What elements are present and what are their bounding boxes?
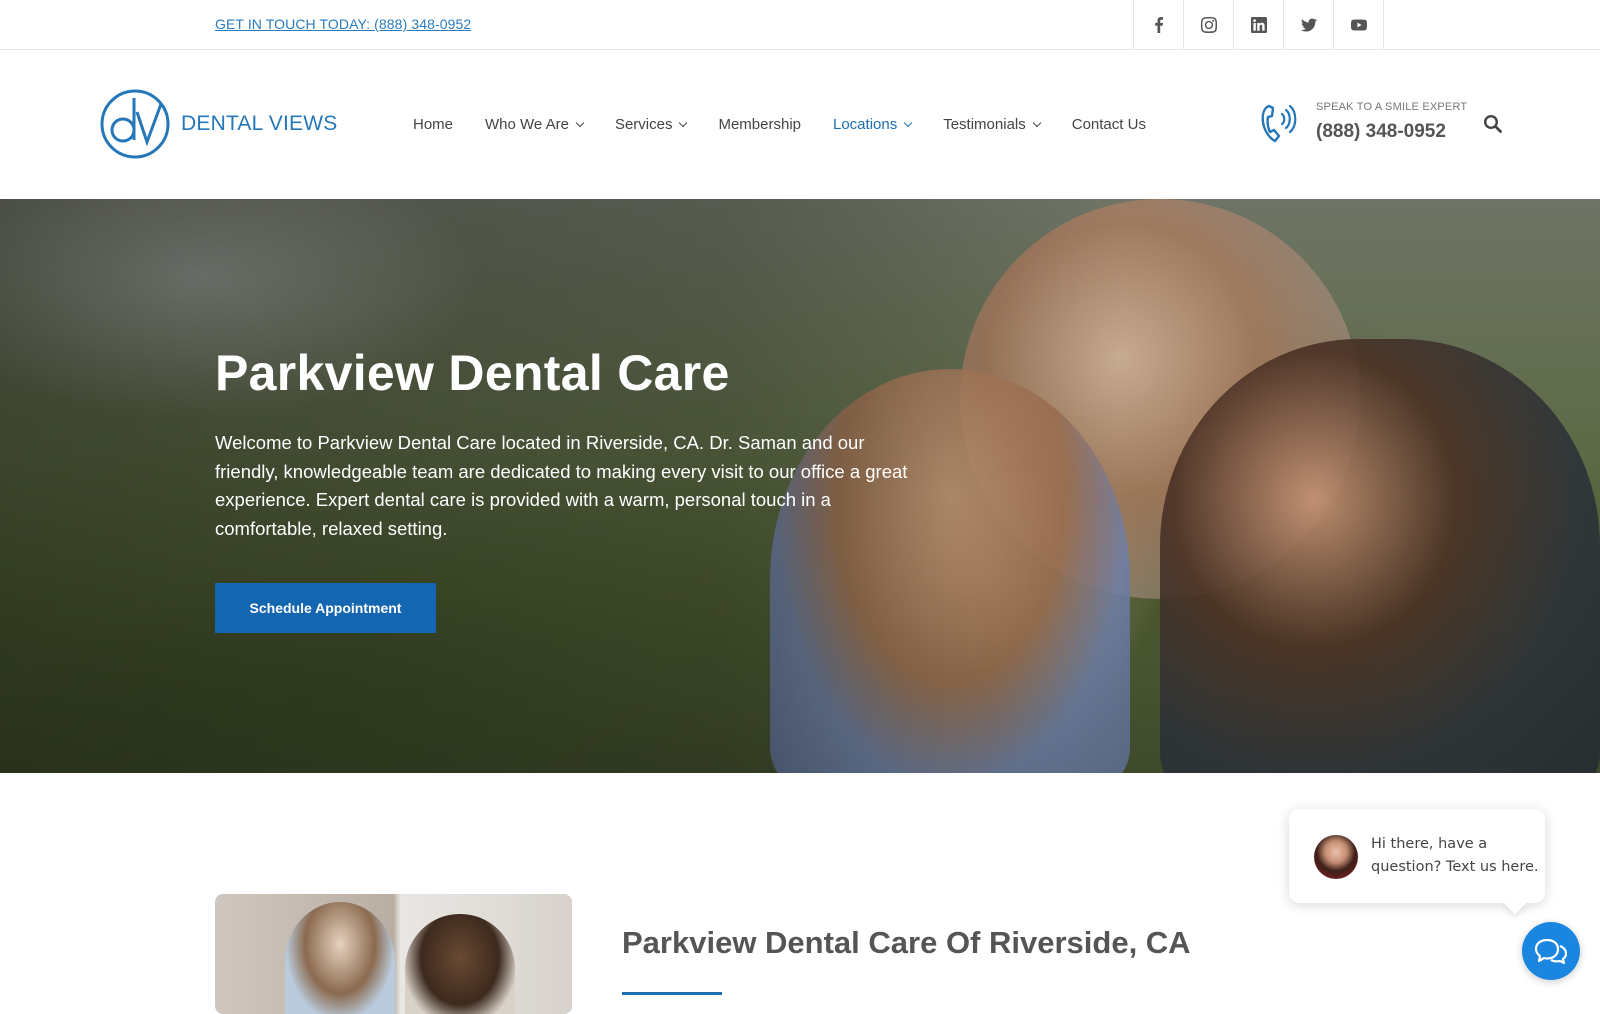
top-bar: GET IN TOUCH TODAY: (888) 348-0952 — [0, 0, 1600, 50]
chevron-down-icon — [679, 118, 688, 128]
nav-label: Contact Us — [1071, 116, 1146, 133]
linkedin-link[interactable] — [1234, 0, 1284, 50]
nav-label: Who We Are — [485, 116, 569, 133]
hero-description: Welcome to Parkview Dental Care located … — [215, 432, 908, 539]
nav-contact-us[interactable]: Contact Us — [1072, 116, 1146, 133]
logo-mark-icon — [100, 89, 170, 159]
hero-banner: Parkview Dental Care Welcome to Parkview… — [0, 199, 1600, 773]
section-divider — [622, 992, 722, 995]
phone-number[interactable]: (888) 348-0952 — [1316, 121, 1467, 143]
phone-caption: SPEAK TO A SMILE EXPERT — [1316, 101, 1468, 113]
twitter-icon — [1300, 18, 1317, 32]
nav-who-we-are[interactable]: Who We Are — [485, 116, 585, 133]
chat-icon — [1534, 938, 1568, 965]
linkedin-icon — [1250, 17, 1267, 33]
youtube-icon — [1350, 19, 1367, 31]
facebook-icon — [1154, 17, 1163, 33]
schedule-appointment-button[interactable]: Schedule Appointment — [215, 583, 436, 633]
logo[interactable]: DENTAL VIEWS — [99, 88, 337, 160]
chat-message: Hi there, have a question? Text us here. — [1371, 836, 1539, 875]
twitter-link[interactable] — [1284, 0, 1334, 50]
chevron-down-icon — [575, 118, 585, 128]
site-header: DENTAL VIEWS Home Who We Are Services Me… — [0, 50, 1600, 199]
avatar — [1314, 835, 1358, 879]
section-title: Parkview Dental Care Of Riverside, CA — [622, 925, 1191, 960]
office-photo — [215, 894, 572, 1014]
social-links — [1133, 0, 1384, 50]
instagram-link[interactable] — [1184, 0, 1234, 50]
nav-services[interactable]: Services — [614, 116, 688, 133]
facebook-link[interactable] — [1134, 0, 1184, 50]
contact-phone-link[interactable]: GET IN TOUCH TODAY: (888) 348-0952 — [215, 16, 471, 32]
chat-prompt[interactable]: Hi there, have a question? Text us here. — [1289, 809, 1545, 915]
hero-title: Parkview Dental Care — [215, 345, 730, 401]
nav-home[interactable]: Home — [413, 116, 453, 133]
nav-label: Testimonials — [943, 116, 1026, 133]
instagram-icon — [1200, 17, 1217, 33]
nav-label: Home — [413, 116, 454, 133]
phone-ringing-icon — [1261, 104, 1297, 143]
nav-label: Membership — [718, 116, 801, 133]
youtube-link[interactable] — [1334, 0, 1384, 50]
nav-label: Services — [614, 116, 673, 133]
nav-label: Locations — [833, 116, 898, 133]
header-phone[interactable]: SPEAK TO A SMILE EXPERT (888) 348-0952 — [1260, 100, 1467, 144]
chat-bubble-tail — [1503, 891, 1527, 915]
chevron-down-icon — [1032, 118, 1041, 128]
search-icon[interactable] — [1483, 114, 1503, 134]
nav-membership[interactable]: Membership — [718, 116, 801, 133]
chat-launcher-button[interactable] — [1522, 922, 1580, 980]
photo-person-2 — [405, 914, 515, 1014]
nav-locations[interactable]: Locations — [833, 116, 913, 133]
main-nav: Home Who We Are Services Membership Loca… — [413, 116, 1178, 133]
nav-testimonials[interactable]: Testimonials — [943, 116, 1041, 133]
logo-text: DENTAL VIEWS — [181, 112, 338, 135]
photo-person-1 — [285, 902, 395, 1014]
chevron-down-icon — [903, 118, 913, 128]
